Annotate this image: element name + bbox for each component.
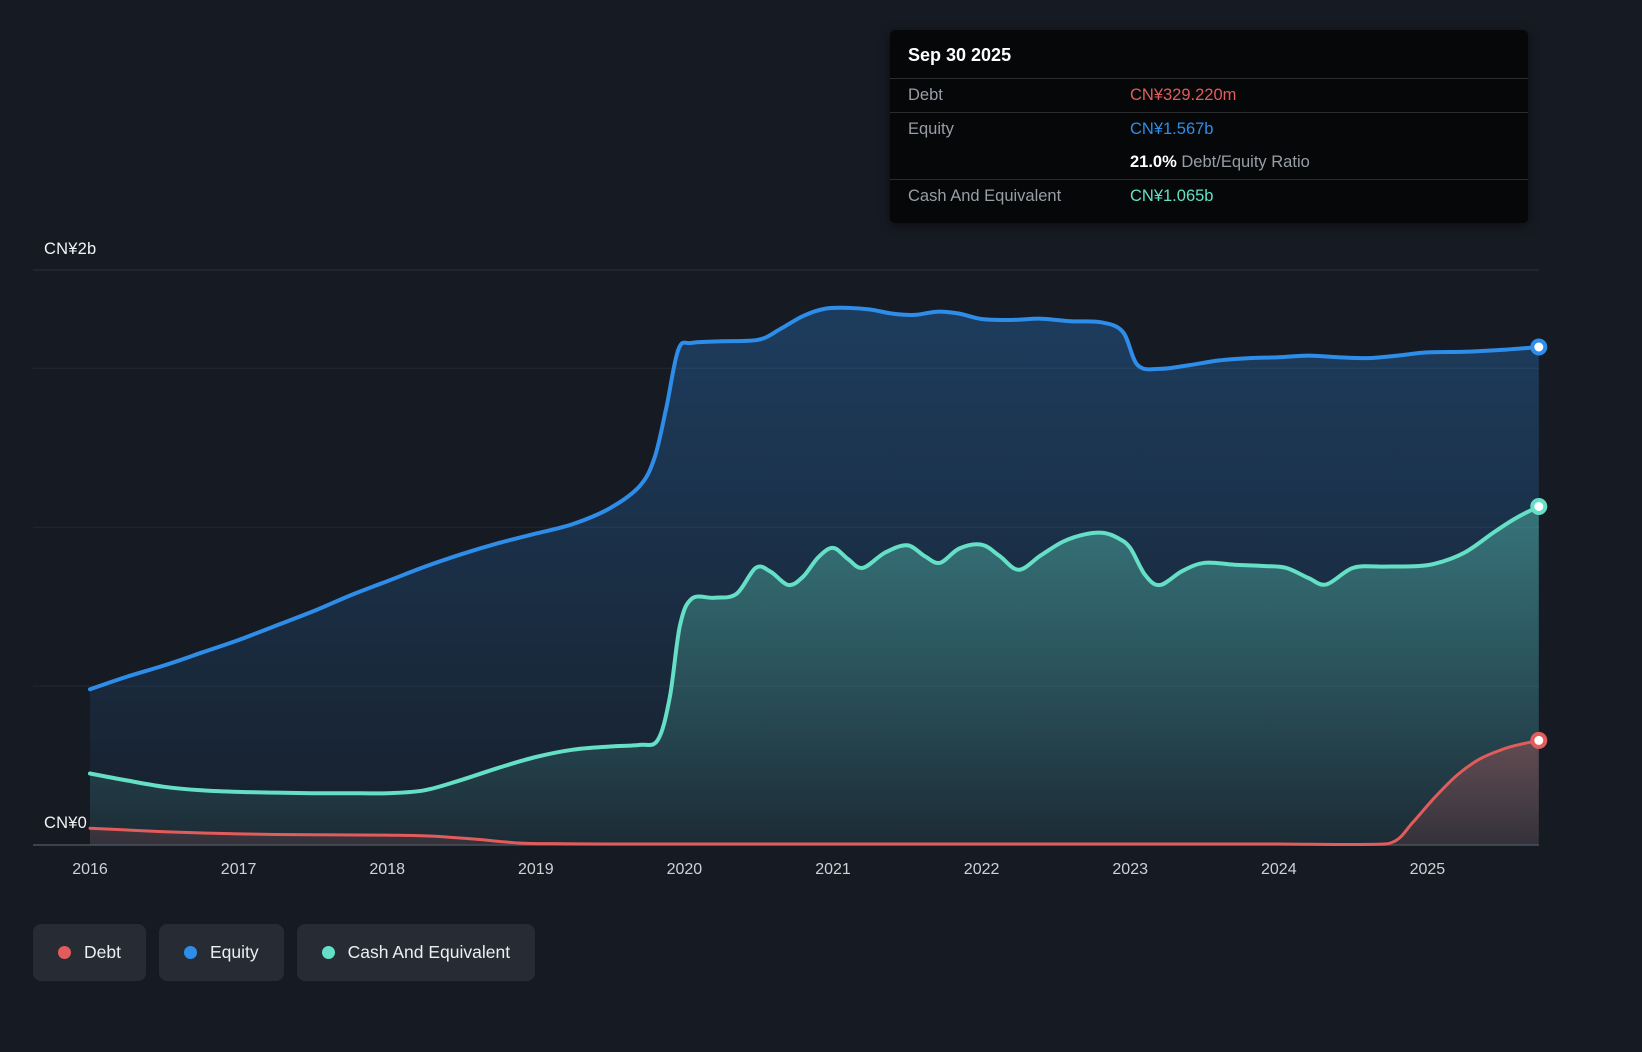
x-tick-label: 2022 [963, 861, 1000, 878]
chart-tooltip: Sep 30 2025 Debt CN¥329.220m Equity CN¥1… [890, 30, 1528, 223]
tooltip-cash-value: CN¥1.065b [1130, 187, 1214, 205]
tooltip-cash-label: Cash And Equivalent [908, 187, 1062, 205]
legend-item-cash[interactable]: Cash And Equivalent [296, 924, 536, 981]
x-tick-label: 2018 [369, 861, 405, 878]
tooltip-date: Sep 30 2025 [890, 30, 1528, 79]
legend-label-equity: Equity [209, 942, 259, 962]
legend-label-cash: Cash And Equivalent [347, 942, 511, 962]
x-tick-label: 2019 [518, 861, 554, 878]
legend-item-equity[interactable]: Equity [158, 924, 284, 981]
x-tick-label: 2025 [1409, 861, 1446, 878]
x-tick-label: 2021 [815, 861, 851, 878]
tooltip-row-debt: Debt CN¥329.220m [890, 79, 1528, 113]
tooltip-row-equity: Equity CN¥1.567b [890, 113, 1528, 146]
tooltip-ratio-value: 21.0% Debt/Equity Ratio [1130, 153, 1310, 172]
equity-series-dot-icon [183, 946, 197, 959]
x-tick-label: 2023 [1112, 861, 1148, 878]
legend-item-debt[interactable]: Debt [33, 924, 146, 981]
x-tick-label: 2016 [72, 861, 108, 878]
tooltip-equity-value: CN¥1.567b [1130, 120, 1214, 138]
tooltip-ratio-label: Debt/Equity Ratio [1181, 153, 1310, 171]
x-tick-label: 2017 [220, 861, 257, 878]
chart-legend: Debt Equity Cash And Equivalent [33, 924, 536, 981]
cash-series-dot-icon [321, 946, 335, 959]
legend-label-debt: Debt [84, 942, 121, 962]
x-tick-label: 2020 [666, 861, 703, 878]
tooltip-debt-label: Debt [908, 86, 943, 104]
tooltip-ratio-percent: 21.0% [1130, 153, 1177, 171]
debt-series-dot-icon [58, 946, 71, 959]
x-tick-label: 2024 [1261, 861, 1297, 878]
debt-equity-history-chart: CN¥2b CN¥0 2016 2017 2018 2019 2020 2021… [0, 0, 1642, 1052]
tooltip-row-cash: Cash And Equivalent CN¥1.065b [890, 180, 1528, 213]
tooltip-equity-label: Equity [908, 120, 954, 138]
tooltip-row-ratio: 21.0% Debt/Equity Ratio [890, 146, 1528, 180]
tooltip-debt-value: CN¥329.220m [1130, 86, 1237, 104]
